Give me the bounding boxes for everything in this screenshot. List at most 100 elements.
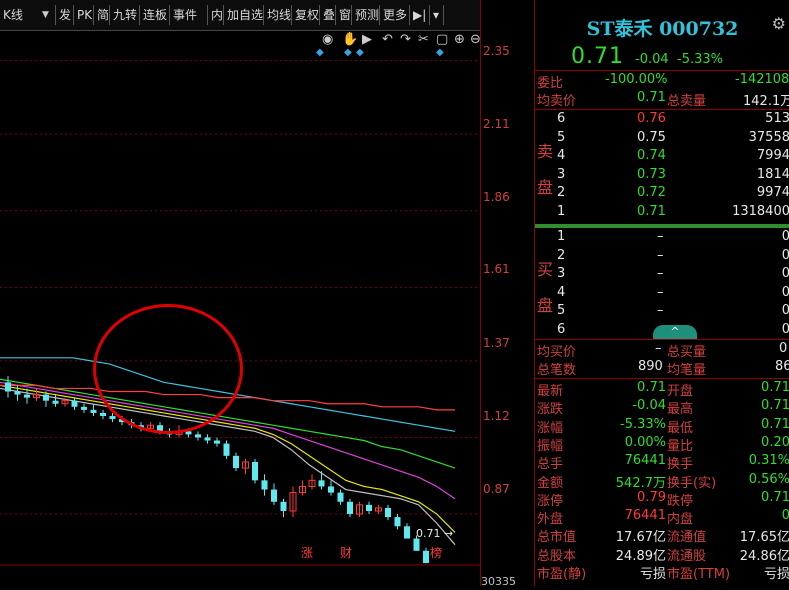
candle-body [109,416,116,420]
stat-value: 0.00% [624,434,666,450]
stat-row: 涨停 0.79 跌停 0.71 [535,489,789,509]
trades-row: 总笔数 890 均笔量 86 [537,359,789,378]
candle-body [214,440,220,444]
y-tick-label: 1.37 [483,336,510,350]
eye-icon[interactable]: ◉ [322,32,333,47]
candle-body [423,550,429,564]
candle-body [81,406,87,410]
stat-value: 24.89亿 [615,548,666,564]
toolbar-8[interactable]: 加自选 [224,5,264,25]
play-icon[interactable]: ▶ [362,32,372,47]
kline-chart-svg[interactable]: ◆ ◆ ◆ ◆0.71 →涨财榜 [0,0,480,586]
toolbar-4[interactable]: 九转 [110,5,140,25]
sell-level[interactable]: 6 0.76 513 [535,111,789,129]
stat-label: 跌停 [667,493,694,509]
stat-label: 内盘 [667,512,694,528]
stat-label: 换手(实) [667,475,717,491]
event-tag: 榜 [430,545,442,560]
toolbar-13[interactable]: 预测 [352,5,380,25]
toolbar-1[interactable]: 发 [56,5,74,25]
toolbar-10[interactable]: 复权 [292,5,320,25]
chevron-down-icon[interactable]: ▼ [42,10,49,20]
stat-row: 外盘 76441 内盘 0 [535,508,789,528]
stat-label: 最新 [537,384,564,399]
settings-icon[interactable]: ⚙ [772,14,786,33]
buy-level[interactable]: 2 – 0 [535,248,789,266]
price-change-pct: -5.33% [677,52,723,67]
stat-value: 0.71 [761,489,789,505]
y-tick-label: 2.35 [483,44,510,58]
toolbar-5[interactable]: 连板 [140,5,170,25]
price-axis: 2.35 2.11 1.86 1.61 1.37 1.12 0.87 [480,0,535,586]
toolbar-2[interactable]: PK [74,5,94,25]
toolbar-9[interactable]: 均线 [264,5,292,25]
stat-row: 涨幅 -5.33% 最低 0.71 [535,417,789,436]
toolbar-12[interactable]: 窗 [336,5,352,25]
stat-label: 市盈(静) [537,567,587,582]
sell-level[interactable]: 4 0.74 7994 [535,148,789,166]
stat-label: 总市值 [537,530,577,546]
buy-level[interactable]: 3 – 0 [535,266,789,284]
sell-level[interactable]: 1 0.71 1318400 [535,204,789,222]
stat-row: 总股本 24.89亿 流通股 24.86亿 [535,545,789,564]
kline-chart[interactable]: ◆ ◆ ◆ ◆ 0.71 → 涨财榜 [0,0,480,586]
sell-level[interactable]: 3 0.73 1814 [535,167,789,185]
stat-label: 金额 [537,475,564,491]
candle-body [5,382,11,392]
menu-down-icon[interactable]: ▾ [430,5,444,25]
level-volume: 9974 [756,185,789,200]
level-volume: 513 [765,111,789,126]
undo-icon[interactable]: ↶ [382,32,393,47]
buy-level[interactable]: 4 – 0 [535,285,789,303]
level-price: – [657,266,664,281]
candle-body [261,480,268,490]
level-number: 5 [557,303,566,318]
stat-label: 外盘 [537,512,564,528]
lock-icon[interactable]: ▢ [436,32,448,47]
candle-body [404,526,410,539]
stat-value: 0.71 [761,380,789,395]
toolbar-3[interactable]: 简 [94,5,110,25]
stat-label: 振幅 [537,438,564,454]
candle-body [90,409,97,413]
candle-body [223,443,230,456]
buy-level[interactable]: 5 – 0 [535,303,789,321]
level-price: – [657,303,664,318]
sell-level[interactable]: 5 0.75 37558 [535,130,789,148]
stat-value: 0.31% [748,453,789,469]
candle-body [204,437,211,441]
stat-value: 0.20 [761,434,789,450]
candle-body [337,492,344,502]
level-number: 4 [557,148,566,163]
stat-value: 17.67亿 [615,530,666,546]
next-icon[interactable]: ▶| [410,5,430,25]
level-number: 1 [557,229,566,244]
hand-icon[interactable]: ✋ [342,32,358,47]
level-price: – [657,247,664,263]
level-volume: 0 [781,284,789,300]
stock-title: ST泰禾 000732 [586,18,739,40]
zoom-in-icon[interactable]: ⊕ [454,32,465,47]
y-tick-label: 0.87 [483,482,510,496]
candle-body [14,391,21,395]
expand-up-button[interactable]: ^ [653,325,697,339]
buy-level[interactable]: 1 – 0 [535,229,789,247]
stat-row: 金额 542.7万 换手(实) 0.56% [535,472,789,491]
candle-body [52,400,59,404]
toolbar-11[interactable]: 叠 [320,5,336,25]
stat-value: 0.79 [637,489,666,505]
sell-level[interactable]: 2 0.72 9974 [535,185,789,203]
level-volume: 0 [781,247,789,263]
stat-value: -0.04 [632,398,666,414]
toolbar-14[interactable]: 更多 [380,5,410,25]
candle-body [280,501,287,511]
event-tag: 涨 [301,545,313,560]
stat-label: 总股本 [537,548,577,564]
redo-icon[interactable]: ↷ [400,32,411,47]
toolbar-7[interactable]: 内 [208,5,224,25]
level-price: 0.74 [637,148,666,163]
toolbar-6[interactable]: 事件 [170,5,208,25]
scissors-icon[interactable]: ✂ [418,32,429,47]
candle-body [233,455,239,469]
level-volume: 0 [781,266,789,281]
